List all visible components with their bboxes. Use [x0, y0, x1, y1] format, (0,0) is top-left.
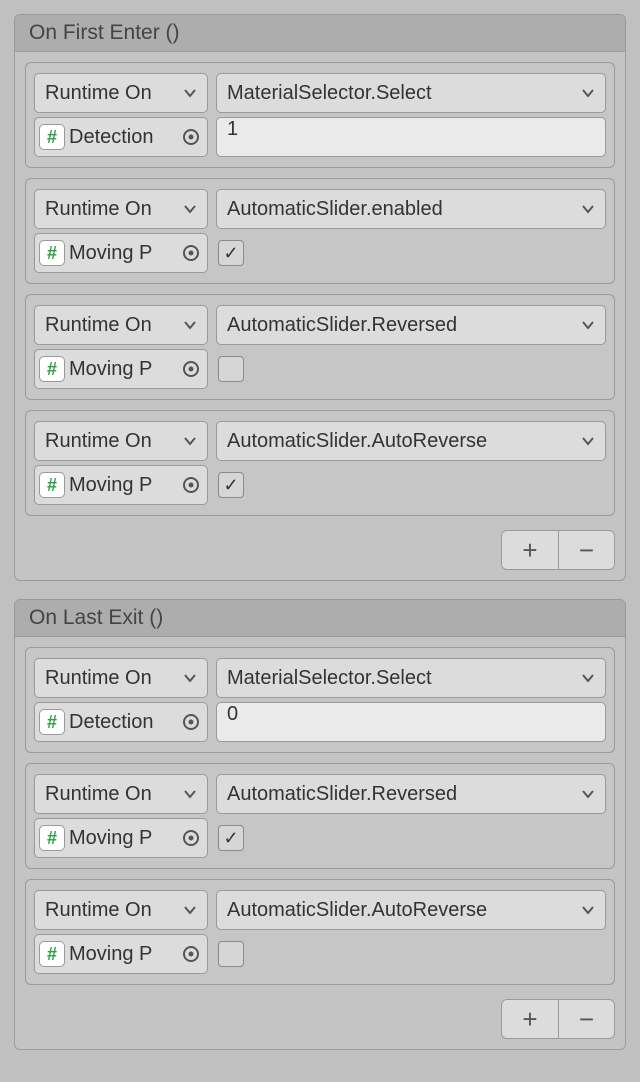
object-name-label: Detection: [69, 711, 177, 734]
chevron-down-icon: [581, 905, 595, 915]
chevron-down-icon: [183, 88, 197, 98]
function-dropdown[interactable]: AutomaticSlider.Reversed: [216, 774, 606, 814]
script-icon: #: [39, 240, 65, 266]
call-state-dropdown-label: Runtime On: [45, 430, 177, 453]
object-name-label: Moving P: [69, 827, 177, 850]
function-dropdown-label: AutomaticSlider.AutoReverse: [227, 430, 575, 453]
chevron-down-icon: [581, 88, 595, 98]
object-reference-field[interactable]: #Moving P: [34, 233, 208, 273]
bool-argument-checkbox[interactable]: [218, 356, 244, 382]
object-reference-field[interactable]: #Moving P: [34, 934, 208, 974]
chevron-down-icon: [581, 320, 595, 330]
object-reference-field[interactable]: #Detection: [34, 702, 208, 742]
object-reference-field[interactable]: #Moving P: [34, 465, 208, 505]
function-dropdown[interactable]: MaterialSelector.Select: [216, 73, 606, 113]
object-name-label: Moving P: [69, 474, 177, 497]
function-dropdown[interactable]: AutomaticSlider.Reversed: [216, 305, 606, 345]
checkmark-icon: ✓: [223, 828, 238, 849]
object-picker-icon[interactable]: [181, 475, 201, 495]
call-state-dropdown[interactable]: Runtime On: [34, 73, 208, 113]
call-state-dropdown[interactable]: Runtime On: [34, 189, 208, 229]
chevron-down-icon: [581, 204, 595, 214]
object-picker-icon[interactable]: [181, 127, 201, 147]
unity-event-block: On Last Exit () Runtime On MaterialSelecto…: [14, 599, 626, 1050]
object-name-label: Moving P: [69, 358, 177, 381]
object-picker-icon[interactable]: [181, 243, 201, 263]
function-dropdown-label: AutomaticSlider.Reversed: [227, 783, 575, 806]
function-dropdown-label: AutomaticSlider.enabled: [227, 198, 575, 221]
event-listener: Runtime On MaterialSelector.Select #Detect…: [25, 647, 615, 753]
call-state-dropdown-label: Runtime On: [45, 314, 177, 337]
chevron-down-icon: [183, 789, 197, 799]
int-argument-input[interactable]: 1: [216, 117, 606, 157]
unity-event-block: On First Enter () Runtime On MaterialSelec…: [14, 14, 626, 581]
add-listener-button[interactable]: +: [502, 1000, 558, 1038]
event-listener: Runtime On AutomaticSlider.Reversed #Movin…: [25, 294, 615, 400]
object-name-label: Moving P: [69, 943, 177, 966]
remove-listener-button[interactable]: −: [558, 1000, 614, 1038]
function-dropdown[interactable]: AutomaticSlider.enabled: [216, 189, 606, 229]
call-state-dropdown-label: Runtime On: [45, 198, 177, 221]
function-dropdown[interactable]: AutomaticSlider.AutoReverse: [216, 890, 606, 930]
function-dropdown[interactable]: AutomaticSlider.AutoReverse: [216, 421, 606, 461]
event-header: On Last Exit (): [15, 600, 625, 637]
function-dropdown-label: MaterialSelector.Select: [227, 82, 575, 105]
function-dropdown-label: AutomaticSlider.AutoReverse: [227, 899, 575, 922]
function-dropdown[interactable]: MaterialSelector.Select: [216, 658, 606, 698]
event-listener: Runtime On MaterialSelector.Select #Detect…: [25, 62, 615, 168]
object-picker-icon[interactable]: [181, 359, 201, 379]
script-icon: #: [39, 941, 65, 967]
object-reference-field[interactable]: #Detection: [34, 117, 208, 157]
checkmark-icon: ✓: [223, 475, 238, 496]
chevron-down-icon: [183, 905, 197, 915]
event-listener: Runtime On AutomaticSlider.AutoReverse #Mo…: [25, 879, 615, 985]
script-icon: #: [39, 825, 65, 851]
call-state-dropdown-label: Runtime On: [45, 667, 177, 690]
script-icon: #: [39, 709, 65, 735]
call-state-dropdown[interactable]: Runtime On: [34, 421, 208, 461]
chevron-down-icon: [183, 436, 197, 446]
object-picker-icon[interactable]: [181, 944, 201, 964]
object-name-label: Moving P: [69, 242, 177, 265]
object-reference-field[interactable]: #Moving P: [34, 818, 208, 858]
bool-argument-checkbox[interactable]: ✓: [218, 472, 244, 498]
bool-argument-checkbox[interactable]: [218, 941, 244, 967]
chevron-down-icon: [183, 673, 197, 683]
checkmark-icon: ✓: [223, 243, 238, 264]
chevron-down-icon: [581, 673, 595, 683]
chevron-down-icon: [581, 436, 595, 446]
event-header: On First Enter (): [15, 15, 625, 52]
list-footer: +−: [15, 995, 625, 1049]
script-icon: #: [39, 124, 65, 150]
object-reference-field[interactable]: #Moving P: [34, 349, 208, 389]
call-state-dropdown-label: Runtime On: [45, 82, 177, 105]
chevron-down-icon: [581, 789, 595, 799]
call-state-dropdown[interactable]: Runtime On: [34, 305, 208, 345]
function-dropdown-label: AutomaticSlider.Reversed: [227, 314, 575, 337]
event-listener: Runtime On AutomaticSlider.Reversed #Movin…: [25, 763, 615, 869]
call-state-dropdown-label: Runtime On: [45, 899, 177, 922]
call-state-dropdown[interactable]: Runtime On: [34, 890, 208, 930]
function-dropdown-label: MaterialSelector.Select: [227, 667, 575, 690]
chevron-down-icon: [183, 320, 197, 330]
int-argument-input[interactable]: 0: [216, 702, 606, 742]
call-state-dropdown[interactable]: Runtime On: [34, 658, 208, 698]
bool-argument-checkbox[interactable]: ✓: [218, 825, 244, 851]
script-icon: #: [39, 356, 65, 382]
remove-listener-button[interactable]: −: [558, 531, 614, 569]
add-listener-button[interactable]: +: [502, 531, 558, 569]
script-icon: #: [39, 472, 65, 498]
bool-argument-checkbox[interactable]: ✓: [218, 240, 244, 266]
object-picker-icon[interactable]: [181, 828, 201, 848]
object-picker-icon[interactable]: [181, 712, 201, 732]
object-name-label: Detection: [69, 126, 177, 149]
call-state-dropdown[interactable]: Runtime On: [34, 774, 208, 814]
chevron-down-icon: [183, 204, 197, 214]
list-footer: +−: [15, 526, 625, 580]
event-listener: Runtime On AutomaticSlider.AutoReverse #Mo…: [25, 410, 615, 516]
call-state-dropdown-label: Runtime On: [45, 783, 177, 806]
event-listener: Runtime On AutomaticSlider.enabled #Moving…: [25, 178, 615, 284]
